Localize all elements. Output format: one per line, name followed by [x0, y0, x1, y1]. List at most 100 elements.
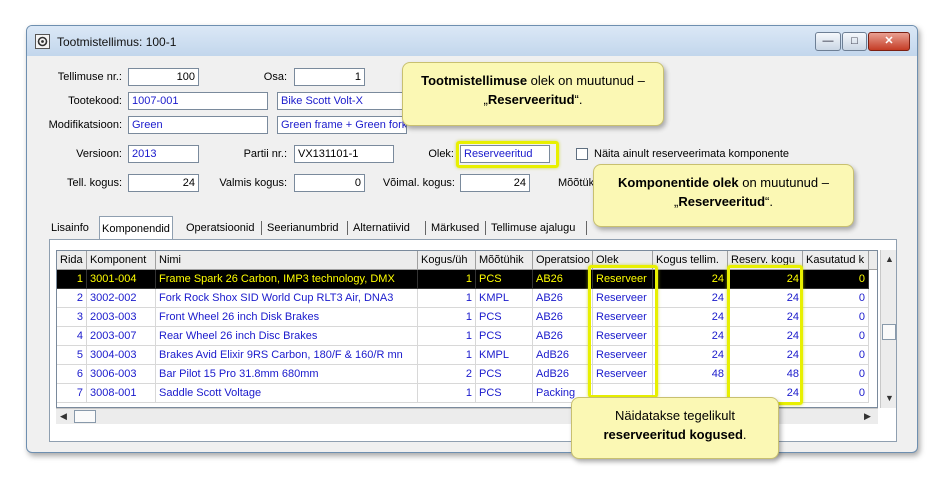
cell-kogus-tellim: 48	[653, 365, 728, 384]
horizontal-scroll-thumb[interactable]	[74, 410, 96, 423]
col-header-kogus-tellim[interactable]: Kogus tellim.	[653, 251, 728, 270]
cell-kogus-tellim: 24	[653, 327, 728, 346]
unit-label: Mõõtük	[558, 177, 595, 189]
ordered-qty-field[interactable]: 24	[128, 174, 199, 192]
tab-lisainfo[interactable]: Lisainfo	[49, 218, 91, 238]
vertical-scrollbar[interactable]: ▲ ▼	[880, 250, 896, 408]
col-header-komponent[interactable]: Komponent	[87, 251, 156, 270]
cell-komponent: 3001-004	[87, 270, 156, 289]
order-number-field[interactable]: 100	[128, 68, 199, 86]
cell-nimi: Saddle Scott Voltage	[156, 384, 418, 403]
status-label: Olek:	[428, 148, 454, 160]
cell-operatsioon: AB26	[533, 289, 593, 308]
cell-kogus-uh: 1	[418, 327, 476, 346]
app-gear-icon	[35, 34, 50, 49]
cell-kasutatud: 0	[803, 289, 869, 308]
callout-reserved-line1: Näidatakse tegelikult	[615, 408, 735, 423]
product-name-field[interactable]: Bike Scott Volt-X	[277, 92, 407, 110]
part-label: Osa:	[263, 71, 287, 83]
modification-field[interactable]: Green	[128, 116, 268, 134]
tab-operatsioonid[interactable]: Operatsioonid	[184, 218, 257, 238]
show-unreserved-label: Näita ainult reserveerimata komponente	[594, 148, 790, 160]
cell-mootuhik: KMPL	[476, 346, 533, 365]
callout-reserved-quantities: Näidatakse tegelikult reserveeritud kogu…	[571, 397, 779, 459]
tab-seerianumbrid[interactable]: Seerianumbrid	[265, 218, 341, 238]
cell-operatsioon: AB26	[533, 308, 593, 327]
tab-separator	[425, 221, 426, 235]
scroll-right-arrow-icon[interactable]: ▶	[864, 411, 871, 422]
minimize-button[interactable]: —	[815, 32, 841, 51]
cell-rida: 6	[57, 365, 87, 384]
cell-kogus-uh: 2	[418, 365, 476, 384]
maximize-button[interactable]: □	[842, 32, 867, 51]
status-highlight	[456, 141, 559, 168]
tab-separator	[485, 221, 486, 235]
cell-mootuhik: PCS	[476, 270, 533, 289]
cell-komponent: 3006-003	[87, 365, 156, 384]
callout-component-status-bold2: Reserveeritud	[678, 194, 766, 209]
cell-nimi: Bar Pilot 15 Pro 31.8mm 680mm	[156, 365, 418, 384]
batch-number-field[interactable]: VX131101-1	[294, 145, 394, 163]
ordered-qty-label: Tell. kogus:	[66, 177, 122, 189]
tab-separator	[261, 221, 262, 235]
scroll-up-arrow-icon[interactable]: ▲	[885, 254, 894, 264]
cell-komponent: 3008-001	[87, 384, 156, 403]
cell-nimi: Brakes Avid Elixir 9RS Carbon, 180/F & 1…	[156, 346, 418, 365]
cell-nimi: Front Wheel 26 inch Disk Brakes	[156, 308, 418, 327]
cell-rida: 5	[57, 346, 87, 365]
callout-order-status-bold: Tootmistellimuse	[421, 73, 528, 88]
col-header-mootuhik[interactable]: Mõõtühik	[476, 251, 533, 270]
cell-kasutatud: 0	[803, 270, 869, 289]
tab-markused[interactable]: Märkused	[429, 218, 481, 238]
cell-kogus-uh: 1	[418, 384, 476, 403]
callout-reserved-bold: reserveeritud kogused	[603, 427, 743, 442]
cell-operatsioon: AB26	[533, 270, 593, 289]
close-button[interactable]: ✕	[868, 32, 910, 51]
modification-name-field[interactable]: Green frame + Green fork	[277, 116, 407, 134]
show-unreserved-checkbox[interactable]	[576, 148, 588, 160]
title-bar[interactable]: Tootmistellimus: 100-1 — □ ✕	[27, 26, 917, 56]
col-header-nimi[interactable]: Nimi	[156, 251, 418, 270]
completed-qty-field[interactable]: 0	[294, 174, 365, 192]
callout-component-status-bold: Komponentide olek	[618, 175, 739, 190]
cell-kogus-tellim: 24	[653, 308, 728, 327]
cell-nimi: Fork Rock Shox SID World Cup RLT3 Air, D…	[156, 289, 418, 308]
cell-nimi: Frame Spark 26 Carbon, IMP3 technology, …	[156, 270, 418, 289]
tab-tellimuse-ajalugu[interactable]: Tellimuse ajalugu	[489, 218, 577, 238]
tab-separator	[586, 221, 587, 235]
possible-qty-field[interactable]: 24	[460, 174, 530, 192]
product-code-label: Tootekood:	[68, 95, 122, 107]
col-header-operatsioon[interactable]: Operatsioo	[533, 251, 593, 270]
batch-number-label: Partii nr.:	[243, 148, 287, 160]
cell-mootuhik: PCS	[476, 384, 533, 403]
cell-operatsioon: AdB26	[533, 346, 593, 365]
tab-komponendid[interactable]: Komponendid	[99, 216, 173, 240]
cell-kasutatud: 0	[803, 365, 869, 384]
cell-mootuhik: PCS	[476, 365, 533, 384]
col-header-kasutatud[interactable]: Kasutatud k	[803, 251, 869, 270]
scroll-down-arrow-icon[interactable]: ▼	[885, 393, 894, 403]
modification-label: Modifikatsioon:	[48, 119, 122, 131]
callout-component-status-end: “.	[765, 194, 773, 209]
col-header-kogus-uh[interactable]: Kogus/üh	[418, 251, 476, 270]
vertical-scroll-thumb[interactable]	[882, 324, 896, 340]
cell-mootuhik: KMPL	[476, 289, 533, 308]
cell-nimi: Rear Wheel 26 inch Disc Brakes	[156, 327, 418, 346]
callout-order-status-end: “.	[574, 92, 583, 107]
cell-komponent: 3002-002	[87, 289, 156, 308]
cell-kogus-uh: 1	[418, 270, 476, 289]
product-code-field[interactable]: 1007-001	[128, 92, 268, 110]
part-field[interactable]: 1	[294, 68, 365, 86]
cell-komponent: 2003-003	[87, 308, 156, 327]
col-header-rida[interactable]: Rida	[57, 251, 87, 270]
cell-kogus-uh: 1	[418, 289, 476, 308]
tab-alternatiivid[interactable]: Alternatiivid	[351, 218, 412, 238]
cell-kogus-uh: 1	[418, 308, 476, 327]
cell-operatsioon: AB26	[533, 327, 593, 346]
cell-rida: 7	[57, 384, 87, 403]
version-field[interactable]: 2013	[128, 145, 199, 163]
tab-separator	[347, 221, 348, 235]
reserved-qty-highlight	[727, 265, 803, 405]
scroll-left-arrow-icon[interactable]: ◀	[60, 411, 67, 422]
cell-kasutatud: 0	[803, 384, 869, 403]
